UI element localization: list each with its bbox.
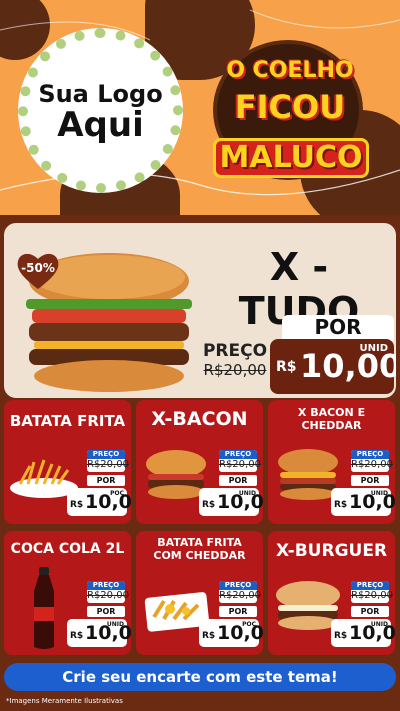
currency-symbol: R$ xyxy=(202,631,216,641)
title-line1: O COELHO xyxy=(226,58,354,83)
price-box: R$ 10,00 UNID xyxy=(67,619,131,647)
old-price: R$20,00 xyxy=(203,361,267,379)
logo-placeholder: Sua Logo Aqui xyxy=(18,28,183,193)
price-box: R$ 10,00 UNID xyxy=(331,619,395,647)
price-box: R$ 10,00 UNID xyxy=(331,488,395,516)
product-card: BATATA FRITA COM CHEDDAR PREÇO R$20,00 P… xyxy=(136,531,263,655)
old-price: R$20,00 xyxy=(351,590,393,601)
currency-symbol: R$ xyxy=(70,631,84,641)
old-price-label: PREÇO xyxy=(219,581,257,590)
featured-price-box: R$ 10,00 UNID xyxy=(270,339,396,394)
product-card: X-BACON PREÇO R$20,00 POR R$ 10,00 UNID xyxy=(136,400,263,524)
old-price: R$20,00 xyxy=(219,459,261,470)
new-price-label: POR xyxy=(219,606,257,617)
product-name: COCA COLA 2L xyxy=(10,541,125,557)
price-unit: UNID xyxy=(106,621,124,628)
new-price-label: POR xyxy=(351,475,389,486)
product-name: BATATA FRITA xyxy=(9,412,126,430)
currency-symbol: R$ xyxy=(202,500,216,510)
title-line3: MALUCO xyxy=(219,140,363,175)
soda-bottle-image xyxy=(34,567,54,649)
price-unit: UNID xyxy=(370,490,388,497)
campaign-title-badge: O COELHO FICOU MALUCO xyxy=(205,40,375,190)
price-unit: POÇ xyxy=(242,621,256,628)
price-unit: POÇ xyxy=(110,490,124,497)
old-price: R$20,00 xyxy=(87,590,129,601)
old-price: R$20,00 xyxy=(219,590,261,601)
price-unit: UNID xyxy=(370,621,388,628)
currency-symbol: R$ xyxy=(334,631,348,641)
new-price-label: POR xyxy=(282,315,394,341)
price-value: 10,00 xyxy=(217,622,263,644)
product-name: BATATA FRITA COM CHEDDAR xyxy=(153,536,246,562)
product-card: COCA COLA 2L PREÇO R$20,00 POR R$ 10,00 … xyxy=(4,531,131,655)
old-price-box: PREÇO R$20,00 xyxy=(351,450,393,472)
price-box: R$ 10,00 POÇ xyxy=(67,488,131,516)
new-price-label: POR xyxy=(87,606,125,617)
currency-symbol: R$ xyxy=(276,359,297,375)
currency-symbol: R$ xyxy=(334,500,348,510)
logo-text-line2: Aqui xyxy=(57,104,144,145)
product-name: X BACON E CHEDDAR xyxy=(297,406,366,432)
currency-symbol: R$ xyxy=(70,500,84,510)
old-price-box: PREÇO R$20,00 xyxy=(87,450,129,472)
flyer-page: Sua Logo Aqui O COELHO FICOU MALUCO -50%… xyxy=(0,0,400,711)
discount-label: -50% xyxy=(21,261,55,275)
old-price-box: PREÇO R$20,00 xyxy=(219,450,261,472)
old-price-label: PREÇO xyxy=(351,450,389,459)
logo-text-line1: Sua Logo xyxy=(38,79,163,108)
price-unit: UNID xyxy=(359,343,388,354)
old-price-label: PREÇO xyxy=(202,341,268,361)
old-price-label: PREÇO xyxy=(351,581,389,590)
header: Sua Logo Aqui O COELHO FICOU MALUCO xyxy=(0,0,400,215)
price-value: 10,00 xyxy=(85,491,131,513)
product-card: X-BURGUER PREÇO R$20,00 POR R$ 10,00 UNI… xyxy=(268,531,395,655)
new-price-label: POR xyxy=(351,606,389,617)
price-box: R$ 10,00 POÇ xyxy=(199,619,263,647)
new-price-label: POR xyxy=(87,475,125,486)
old-price-box: PREÇO R$20,00 xyxy=(87,581,129,603)
old-price: R$20,00 xyxy=(87,459,129,470)
disclaimer: *Imagens Meramente Ilustrativas xyxy=(6,697,123,705)
old-price-label: PREÇO xyxy=(87,450,125,459)
cta-button[interactable]: Crie seu encarte com este tema! xyxy=(4,663,396,691)
product-name: X-BURGUER xyxy=(275,541,388,561)
price-box: R$ 10,00 UNID xyxy=(199,488,263,516)
title-line2: FICOU xyxy=(234,88,346,126)
old-price-box: PREÇO R$20,00 xyxy=(351,581,393,603)
featured-offer-card: -50% X - TUDO PREÇO R$20,00 POR R$ 10,00… xyxy=(4,223,396,398)
product-card: BATATA FRITA PREÇO R$20,00 POR R$ 10,00 … xyxy=(4,400,131,524)
product-name: X-BACON xyxy=(151,408,248,430)
old-price-label: PREÇO xyxy=(87,581,125,590)
new-price-label: POR xyxy=(219,475,257,486)
old-price-box: PREÇO R$20,00 xyxy=(219,581,261,603)
price-unit: UNID xyxy=(238,490,256,497)
old-price: R$20,00 xyxy=(351,459,393,470)
product-card: X BACON E CHEDDAR PREÇO R$20,00 POR R$ 1… xyxy=(268,400,395,524)
offers-area: -50% X - TUDO PREÇO R$20,00 POR R$ 10,00… xyxy=(0,215,400,711)
old-price-label: PREÇO xyxy=(219,450,257,459)
